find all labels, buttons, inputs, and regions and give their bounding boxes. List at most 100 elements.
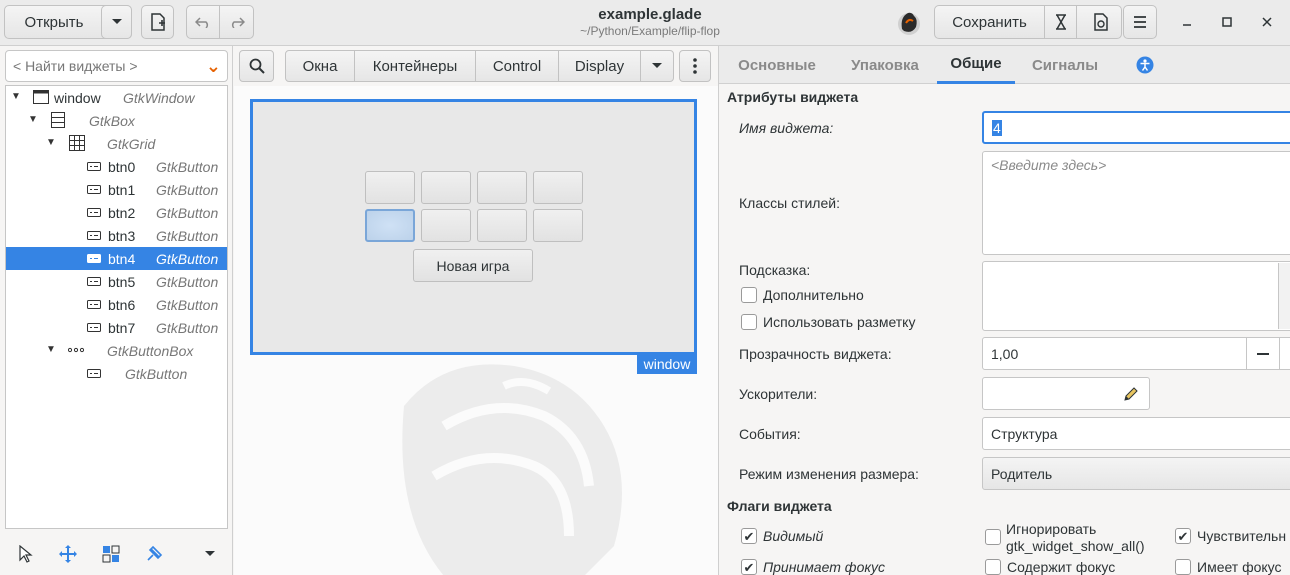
- palette-tab-label: Контейнеры: [372, 57, 458, 75]
- new-game-button[interactable]: Новая игра: [413, 249, 533, 282]
- maximize-button[interactable]: [1212, 5, 1242, 39]
- new-document-icon: [150, 13, 165, 31]
- tab-label: Основные: [738, 56, 816, 74]
- chevron-down-icon: [205, 551, 215, 556]
- tree-row-btn6[interactable]: btn6 GtkButton: [6, 293, 227, 316]
- chevron-down-icon[interactable]: ⌄: [206, 57, 221, 75]
- hourglass-icon: [1055, 14, 1066, 30]
- design-btn2[interactable]: [477, 171, 527, 204]
- tree-row-btn5[interactable]: btn5 GtkButton: [6, 270, 227, 293]
- tooltip-label: Подсказка:: [739, 262, 811, 278]
- glade-watermark-icon: [402, 364, 622, 575]
- tree-item-name: btn2: [108, 204, 136, 221]
- pointer-icon: [19, 545, 33, 563]
- checkbox-checked-icon: ✔: [1175, 528, 1191, 544]
- tree-row-btn4[interactable]: btn4 GtkButton: [6, 247, 227, 270]
- tree-row-window[interactable]: ▼ window GtkWindow: [6, 86, 227, 109]
- tree-row-gtkbutton[interactable]: GtkButton: [6, 362, 227, 385]
- style-classes-field[interactable]: <Введите здесь>: [982, 151, 1290, 255]
- minimize-button[interactable]: [1172, 5, 1202, 39]
- tree-row-btn2[interactable]: btn2 GtkButton: [6, 201, 227, 224]
- palette-more-dropdown[interactable]: [640, 50, 674, 82]
- tooltip-edit-button[interactable]: [1278, 263, 1290, 329]
- widget-search-input[interactable]: < Найти виджеты > ⌄: [5, 50, 228, 82]
- tree-options-button[interactable]: [196, 541, 224, 567]
- design-btn5[interactable]: [421, 209, 471, 242]
- palette-search-button[interactable]: [239, 50, 274, 82]
- tree-item-type: GtkButton: [156, 319, 219, 336]
- design-btn1[interactable]: [421, 171, 471, 204]
- tree-row-btn0[interactable]: btn0 GtkButton: [6, 155, 227, 178]
- has-focus-checkbox[interactable]: Содержит фокус: [985, 559, 1115, 575]
- expander-open-icon[interactable]: ▼: [46, 137, 58, 149]
- align-edit-button[interactable]: [140, 541, 168, 567]
- tree-row-btn1[interactable]: btn1 GtkButton: [6, 178, 227, 201]
- new-file-button[interactable]: [141, 5, 174, 39]
- design-canvas[interactable]: Новая игра window: [234, 86, 718, 575]
- events-field[interactable]: Структура: [982, 417, 1290, 450]
- expander-open-icon[interactable]: ▼: [28, 114, 40, 126]
- is-focus-checkbox[interactable]: Имеет фокус: [1175, 559, 1282, 575]
- new-game-label: Новая игра: [436, 257, 510, 274]
- tooltip-field[interactable]: [982, 261, 1290, 331]
- margin-edit-button[interactable]: [97, 541, 125, 567]
- expander-open-icon[interactable]: ▼: [11, 91, 23, 103]
- can-focus-checkbox[interactable]: ✔ Принимает фокус: [741, 559, 885, 575]
- gtk-button-icon: [87, 323, 101, 332]
- tab-packing[interactable]: Упаковка: [839, 46, 931, 84]
- palette-tab-windows[interactable]: Окна: [285, 50, 355, 82]
- palette-tab-label: Окна: [302, 57, 338, 75]
- design-btn3[interactable]: [533, 171, 583, 204]
- widget-search-placeholder: < Найти виджеты >: [13, 58, 138, 74]
- save-as-button[interactable]: [1044, 5, 1077, 39]
- tab-general[interactable]: Основные: [729, 46, 825, 84]
- gtk-window-icon: [33, 90, 49, 104]
- vertical-dots-icon: [693, 58, 697, 74]
- window-tag[interactable]: window: [637, 354, 697, 374]
- design-window[interactable]: Новая игра: [250, 99, 697, 355]
- checkbox-box: [741, 314, 757, 330]
- design-btn6[interactable]: [477, 209, 527, 242]
- tab-signals[interactable]: Сигналы: [1025, 46, 1105, 84]
- design-btn0[interactable]: [365, 171, 415, 204]
- extra-checkbox[interactable]: Дополнительно: [741, 287, 864, 303]
- use-markup-checkbox[interactable]: Использовать разметку: [741, 314, 915, 330]
- ignore-show-all-checkbox[interactable]: [985, 529, 1007, 545]
- main-menu-button[interactable]: [1123, 5, 1157, 39]
- tree-row-gtkgrid[interactable]: ▼ GtkGrid: [6, 132, 227, 155]
- tree-row-gtkbox[interactable]: ▼ GtkBox: [6, 109, 227, 132]
- opacity-spin[interactable]: 1,00: [982, 337, 1290, 370]
- tab-accessibility[interactable]: [1129, 46, 1161, 84]
- select-mode-button[interactable]: [12, 541, 40, 567]
- widget-tree: ▼ window GtkWindow ▼ GtkBox ▼ GtkGrid bt…: [5, 85, 228, 529]
- close-button[interactable]: [1252, 5, 1282, 39]
- redo-button[interactable]: [219, 5, 254, 39]
- tree-item-type: GtkButton: [156, 250, 219, 267]
- sensitive-checkbox[interactable]: ✔ Чувствительн: [1175, 528, 1286, 544]
- widget-name-field[interactable]: 4: [982, 111, 1290, 144]
- expander-open-icon[interactable]: ▼: [46, 344, 58, 356]
- gtk-button-icon: [87, 300, 101, 309]
- gtk-buttonbox-icon: [68, 347, 84, 353]
- pencil-icon[interactable]: [1122, 385, 1140, 403]
- resize-mode-combo[interactable]: Родитель: [982, 457, 1290, 490]
- palette-tab-display[interactable]: Display: [558, 50, 641, 82]
- preview-button[interactable]: [1076, 5, 1122, 39]
- tab-common[interactable]: Общие: [937, 46, 1015, 84]
- open-recent-dropdown[interactable]: [101, 5, 132, 39]
- tree-row-btn7[interactable]: btn7 GtkButton: [6, 316, 227, 339]
- tree-row-gtkbuttonbox[interactable]: ▼ GtkButtonBox: [6, 339, 227, 362]
- save-button[interactable]: Сохранить: [934, 5, 1045, 39]
- drag-resize-button[interactable]: [54, 541, 82, 567]
- opacity-increment-button[interactable]: [1279, 338, 1290, 369]
- palette-tab-containers[interactable]: Контейнеры: [354, 50, 476, 82]
- palette-tab-control[interactable]: Control: [475, 50, 559, 82]
- undo-button[interactable]: [186, 5, 220, 39]
- tree-item-name: btn7: [108, 319, 136, 336]
- design-btn4[interactable]: [365, 209, 415, 242]
- palette-menu-button[interactable]: [679, 50, 711, 82]
- tree-row-btn3[interactable]: btn3 GtkButton: [6, 224, 227, 247]
- visible-checkbox[interactable]: ✔ Видимый: [741, 528, 823, 544]
- design-btn7[interactable]: [533, 209, 583, 242]
- opacity-decrement-button[interactable]: [1246, 338, 1279, 369]
